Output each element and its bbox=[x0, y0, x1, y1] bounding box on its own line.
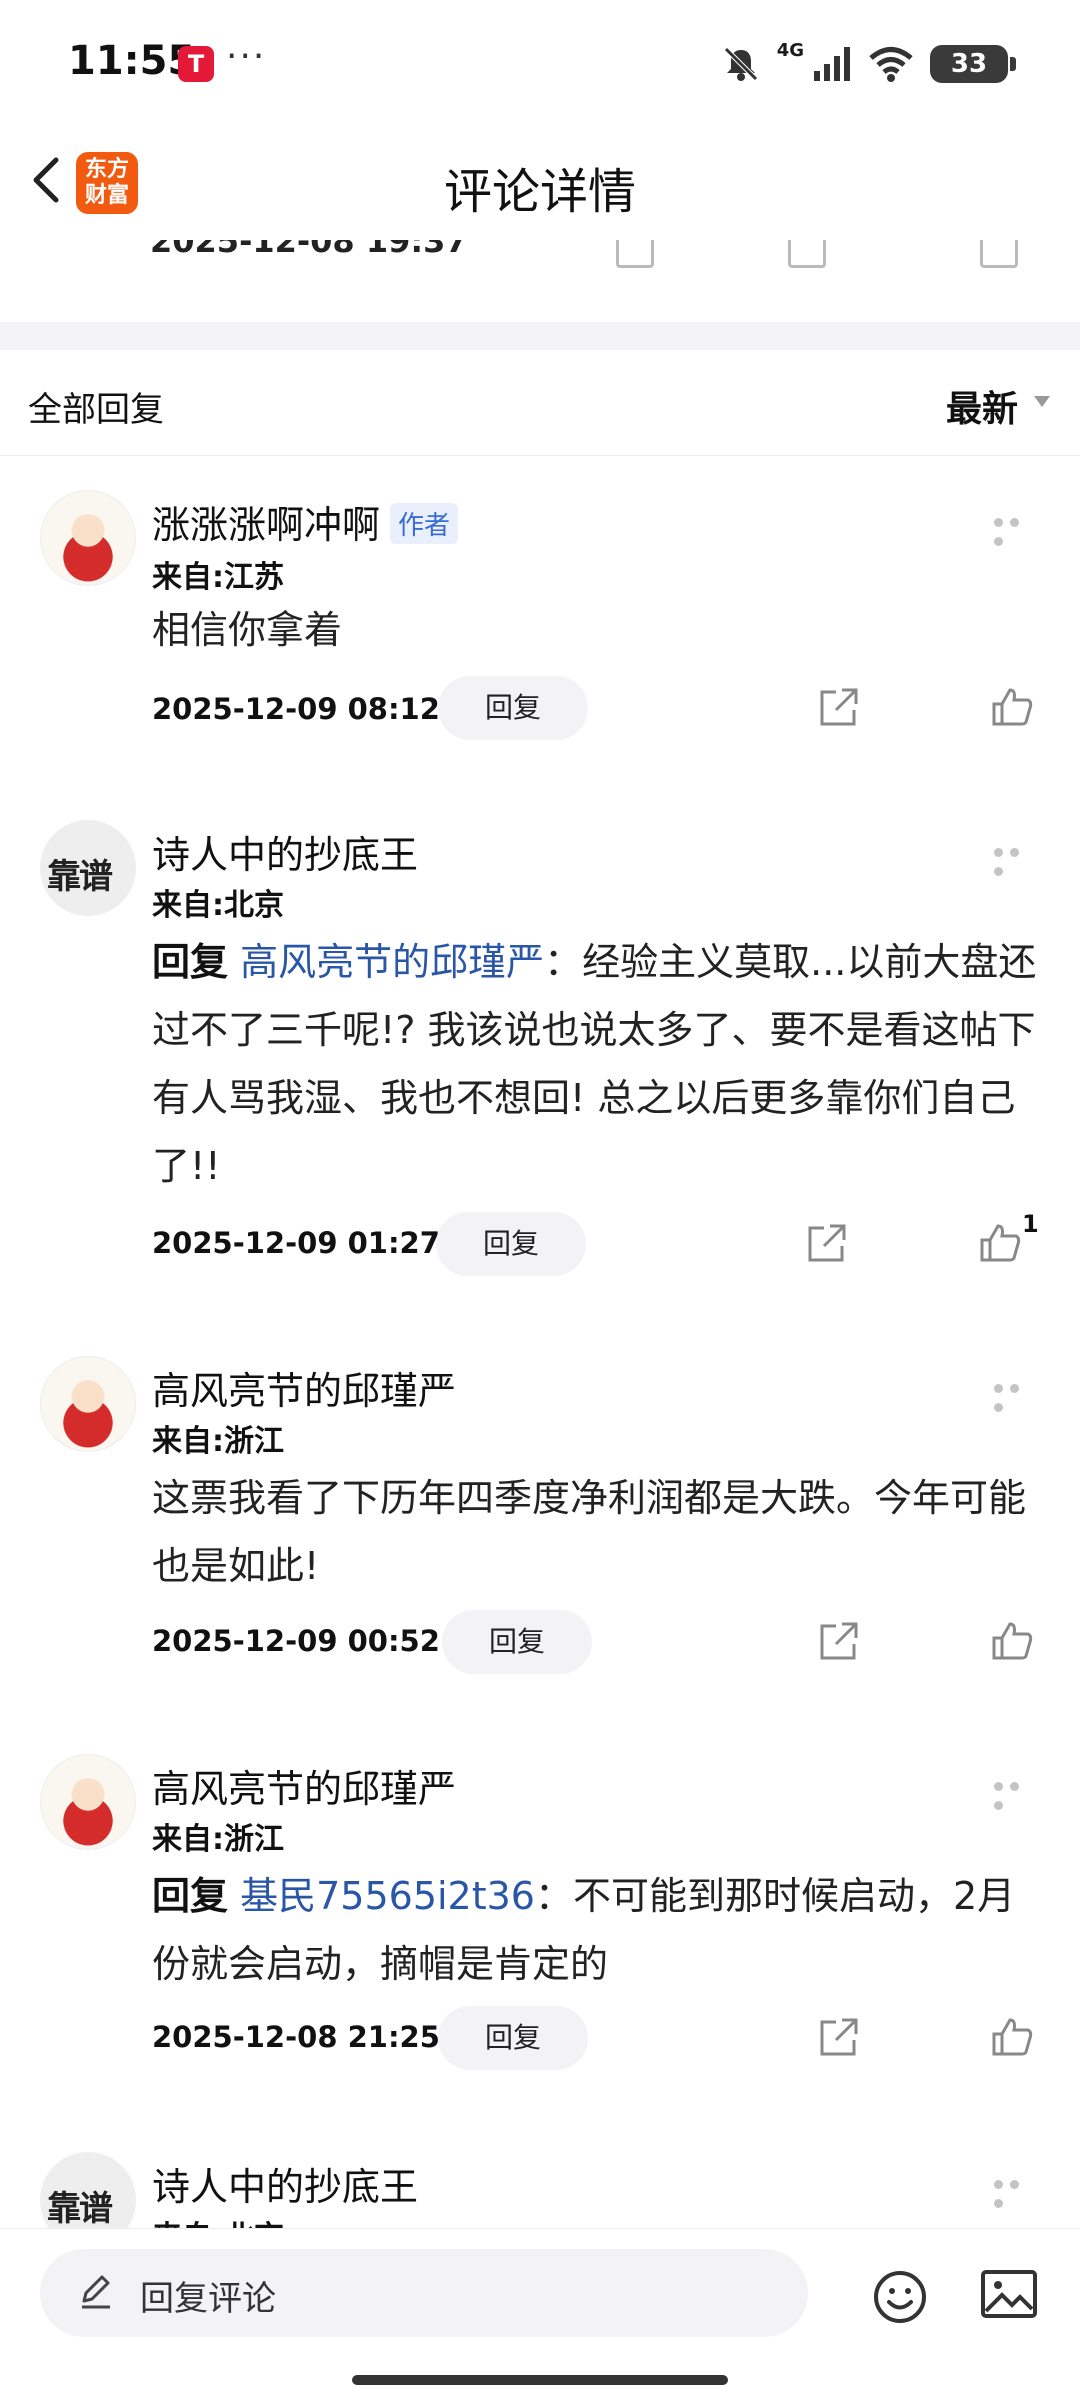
like-icon[interactable] bbox=[978, 1220, 1022, 1264]
comment-location: 来自:北京 bbox=[152, 2212, 284, 2228]
comment-text: 回复 基民75565i2t36：不可能到那时候启动，2月份就会启动，摘帽是肯定的 bbox=[152, 1862, 1042, 1998]
comment-location: 来自:浙江 bbox=[152, 1822, 284, 1857]
avatar[interactable]: 靠谱 bbox=[40, 820, 136, 916]
more-icon[interactable] bbox=[994, 512, 1040, 546]
like-icon[interactable] bbox=[980, 240, 1018, 268]
mention-link[interactable]: 高风亮节的邱瑾严 bbox=[240, 940, 544, 984]
author-badge: 作者 bbox=[390, 503, 459, 544]
reply-button[interactable]: 回复 bbox=[438, 2006, 588, 2070]
wifi-icon bbox=[869, 47, 913, 82]
mute-icon bbox=[723, 47, 758, 81]
avatar-text: 靠谱 bbox=[47, 857, 113, 897]
comment-username[interactable]: 高风亮节的邱瑾严 bbox=[152, 1360, 456, 1415]
sort-dropdown[interactable]: 最新 bbox=[946, 380, 1018, 432]
share-icon[interactable] bbox=[816, 1620, 860, 1664]
comment-timestamp: 2025-12-09 01:27 bbox=[152, 1226, 440, 1260]
comment-timestamp: 2025-12-09 08:12 bbox=[152, 692, 440, 726]
like-icon[interactable] bbox=[990, 1618, 1034, 1662]
home-indicator[interactable] bbox=[352, 2375, 728, 2385]
comment-location: 来自:江苏 bbox=[152, 560, 284, 595]
bottom-bar: 回复评论 bbox=[0, 2228, 1080, 2400]
emoji-icon[interactable] bbox=[872, 2269, 928, 2325]
comment-icon[interactable] bbox=[788, 240, 826, 268]
comment-item: 靠谱 诗人中的抄底王 来自:北京 bbox=[0, 2122, 1080, 2228]
reply-prefix: 回复 bbox=[152, 940, 229, 984]
battery-icon: 33 bbox=[930, 45, 1016, 83]
more-icon[interactable] bbox=[994, 1776, 1040, 1810]
more-icon[interactable] bbox=[994, 842, 1040, 876]
reply-prefix: 回复 bbox=[152, 1874, 229, 1918]
image-icon[interactable] bbox=[980, 2269, 1038, 2319]
comment-username[interactable]: 诗人中的抄底王 bbox=[152, 2156, 418, 2211]
reply-button[interactable]: 回复 bbox=[436, 1212, 586, 1276]
username-text[interactable]: 涨涨涨啊冲啊 bbox=[152, 503, 380, 547]
section-divider bbox=[0, 322, 1080, 350]
like-count: 1 bbox=[1022, 1210, 1039, 1238]
avatar[interactable] bbox=[40, 490, 136, 586]
reply-comment-input[interactable]: 回复评论 bbox=[40, 2249, 808, 2337]
comment-username[interactable]: 涨涨涨啊冲啊 作者 bbox=[152, 494, 459, 549]
more-icon[interactable] bbox=[994, 2174, 1040, 2208]
previous-item-footer: 2025-12-08 19:37 bbox=[0, 240, 1080, 322]
network-type: 4G bbox=[776, 39, 804, 61]
comment-text: 这票我看了下历年四季度净利润都是大跌。今年可能也是如此! bbox=[152, 1464, 1042, 1600]
share-icon[interactable] bbox=[616, 240, 654, 268]
avatar[interactable]: 靠谱 bbox=[40, 2152, 136, 2228]
comment-body: 相信你拿着 bbox=[152, 608, 343, 652]
status-time: 11:55 bbox=[68, 38, 196, 84]
nav-bar: 东方 财富 评论详情 bbox=[0, 120, 1080, 240]
reply-button[interactable]: 回复 bbox=[438, 676, 588, 740]
avatar[interactable] bbox=[40, 1754, 136, 1850]
tesla-icon: T bbox=[178, 46, 214, 82]
previous-item-timestamp: 2025-12-08 19:37 bbox=[150, 240, 468, 260]
comment-username[interactable]: 诗人中的抄底王 bbox=[152, 824, 418, 879]
mention-link[interactable]: 基民75565i2t36 bbox=[240, 1874, 535, 1918]
status-icons: 4G 33 bbox=[721, 39, 1016, 88]
pencil-icon bbox=[82, 2275, 110, 2309]
avatar-text: 靠谱 bbox=[47, 2189, 113, 2228]
reply-button[interactable]: 回复 bbox=[442, 1610, 592, 1674]
like-icon[interactable] bbox=[990, 2014, 1034, 2058]
status-bar: 11:55 T ··· 4G 33 bbox=[0, 0, 1080, 120]
comment-body: 这票我看了下历年四季度净利润都是大跌。今年可能也是如此! bbox=[152, 1476, 1027, 1588]
comment-timestamp: 2025-12-08 21:25 bbox=[152, 2020, 440, 2054]
comment-timestamp: 2025-12-09 00:52 bbox=[152, 1624, 440, 1658]
page-title: 评论详情 bbox=[443, 164, 636, 220]
comment-text: 回复 高风亮节的邱瑾严：经验主义莫取...以前大盘还过不了三千呢!? 我该说也说… bbox=[152, 928, 1042, 1200]
comment-username[interactable]: 高风亮节的邱瑾严 bbox=[152, 1758, 456, 1813]
comment-location: 来自:浙江 bbox=[152, 1424, 284, 1459]
all-replies-title: 全部回复 bbox=[28, 390, 164, 430]
comment-location: 来自:北京 bbox=[152, 888, 284, 923]
share-icon[interactable] bbox=[816, 686, 860, 730]
notification-more-icon: ··· bbox=[226, 36, 267, 77]
signal-icon bbox=[814, 47, 850, 81]
replies-header: 全部回复 最新 bbox=[0, 350, 1080, 456]
avatar[interactable] bbox=[40, 1356, 136, 1452]
reply-input-placeholder: 回复评论 bbox=[140, 2279, 276, 2319]
more-icon[interactable] bbox=[994, 1378, 1040, 1412]
chevron-down-icon[interactable] bbox=[1034, 396, 1050, 407]
share-icon[interactable] bbox=[816, 2016, 860, 2060]
comment-text: 相信你拿着 bbox=[152, 596, 1042, 664]
like-icon[interactable] bbox=[990, 684, 1034, 728]
share-icon[interactable] bbox=[804, 1222, 848, 1266]
